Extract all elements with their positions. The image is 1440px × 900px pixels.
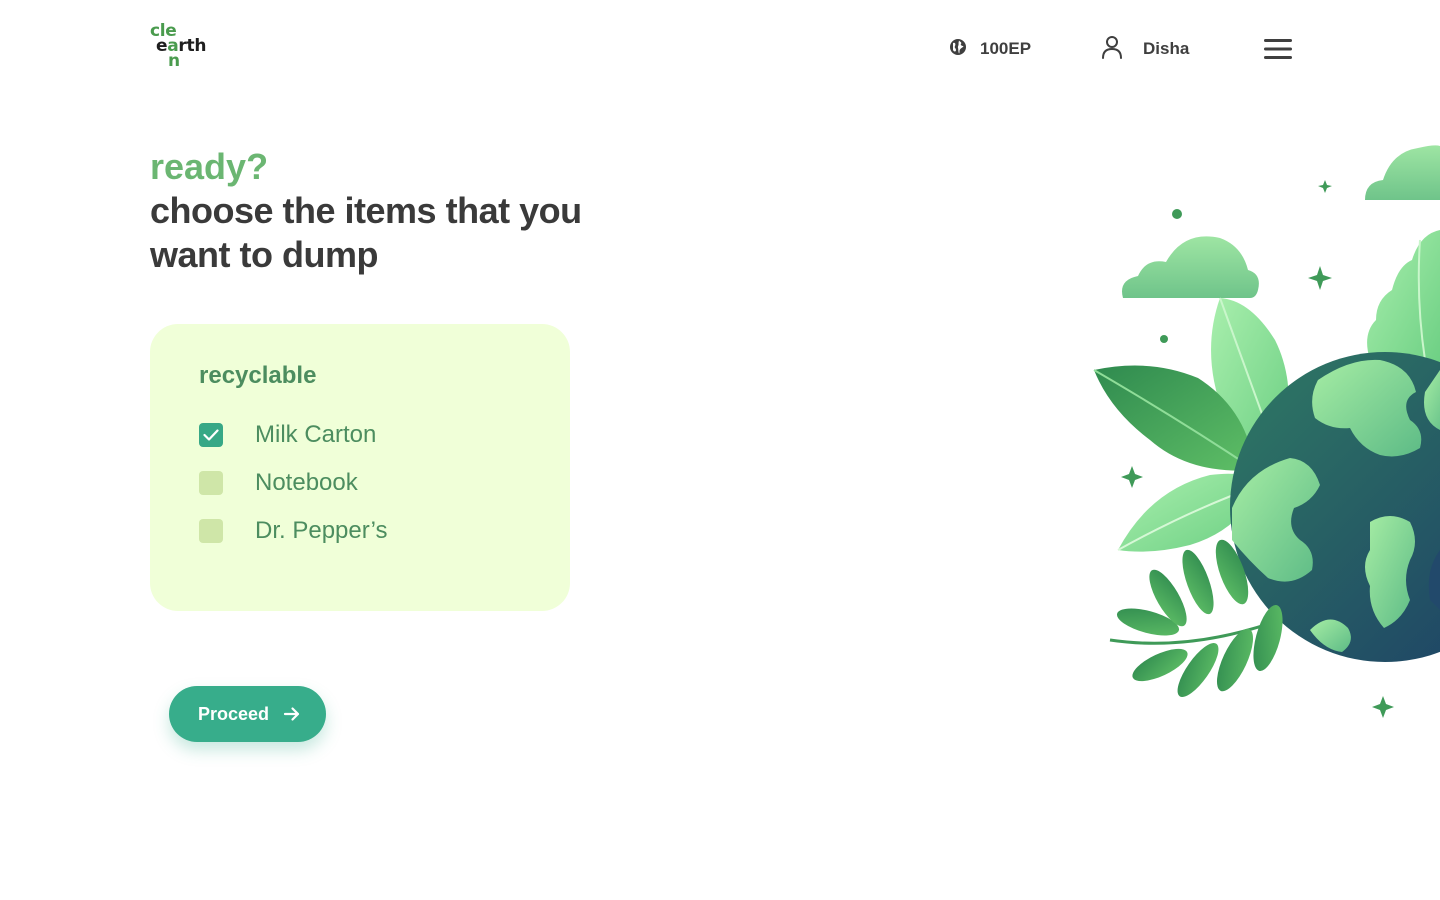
arrow-right-icon: [283, 707, 300, 721]
leaf-shape: [1367, 230, 1440, 370]
sparkle-shape: [1308, 266, 1332, 290]
hamburger-menu-button[interactable]: [1263, 37, 1293, 61]
hamburger-menu-icon: [1264, 39, 1292, 59]
checkbox-item-milk-carton[interactable]: Milk Carton: [199, 421, 376, 449]
proceed-button[interactable]: Proceed: [169, 686, 326, 742]
checkbox-item-notebook[interactable]: Notebook: [199, 469, 358, 497]
sparkle-shape: [1121, 466, 1143, 488]
logo[interactable]: cle earth n: [150, 22, 220, 70]
checkbox[interactable]: [199, 519, 223, 543]
dot-shape: [1172, 209, 1182, 219]
user-profile[interactable]: Disha: [1101, 35, 1189, 63]
earth-plants-illustration: [1093, 145, 1440, 718]
checkbox-label: Dr. Pepper’s: [255, 517, 388, 544]
sparkle-shape: [1318, 180, 1332, 193]
heading-ready: ready?: [150, 146, 269, 187]
cloud-shape: [1365, 145, 1440, 200]
cloud-shape: [1122, 236, 1259, 298]
logo-line-3: n: [168, 51, 180, 71]
user-icon: [1101, 35, 1123, 64]
card-title: recyclable: [199, 362, 317, 389]
checkbox-label: Milk Carton: [255, 421, 377, 448]
checkbox-label: Notebook: [255, 469, 358, 496]
checkbox[interactable]: [199, 423, 223, 447]
checkbox[interactable]: [199, 471, 223, 495]
user-name: Disha: [1143, 39, 1190, 58]
checkbox-item-dr-peppers[interactable]: Dr. Pepper’s: [199, 517, 388, 545]
points-value: 100EP: [980, 39, 1032, 58]
page-title: choose the items that you want to dump: [150, 190, 582, 275]
points-display[interactable]: 100EP: [949, 36, 1031, 62]
sparkle-shape: [1372, 696, 1394, 718]
globe-icon: [949, 38, 967, 61]
proceed-label: Proceed: [198, 703, 270, 724]
recyclable-card: recyclable Milk Carton Notebook Dr. Pepp…: [150, 324, 570, 611]
logo-line-2: earth: [156, 36, 207, 56]
check-icon: [203, 429, 219, 441]
dot-shape: [1160, 335, 1168, 343]
